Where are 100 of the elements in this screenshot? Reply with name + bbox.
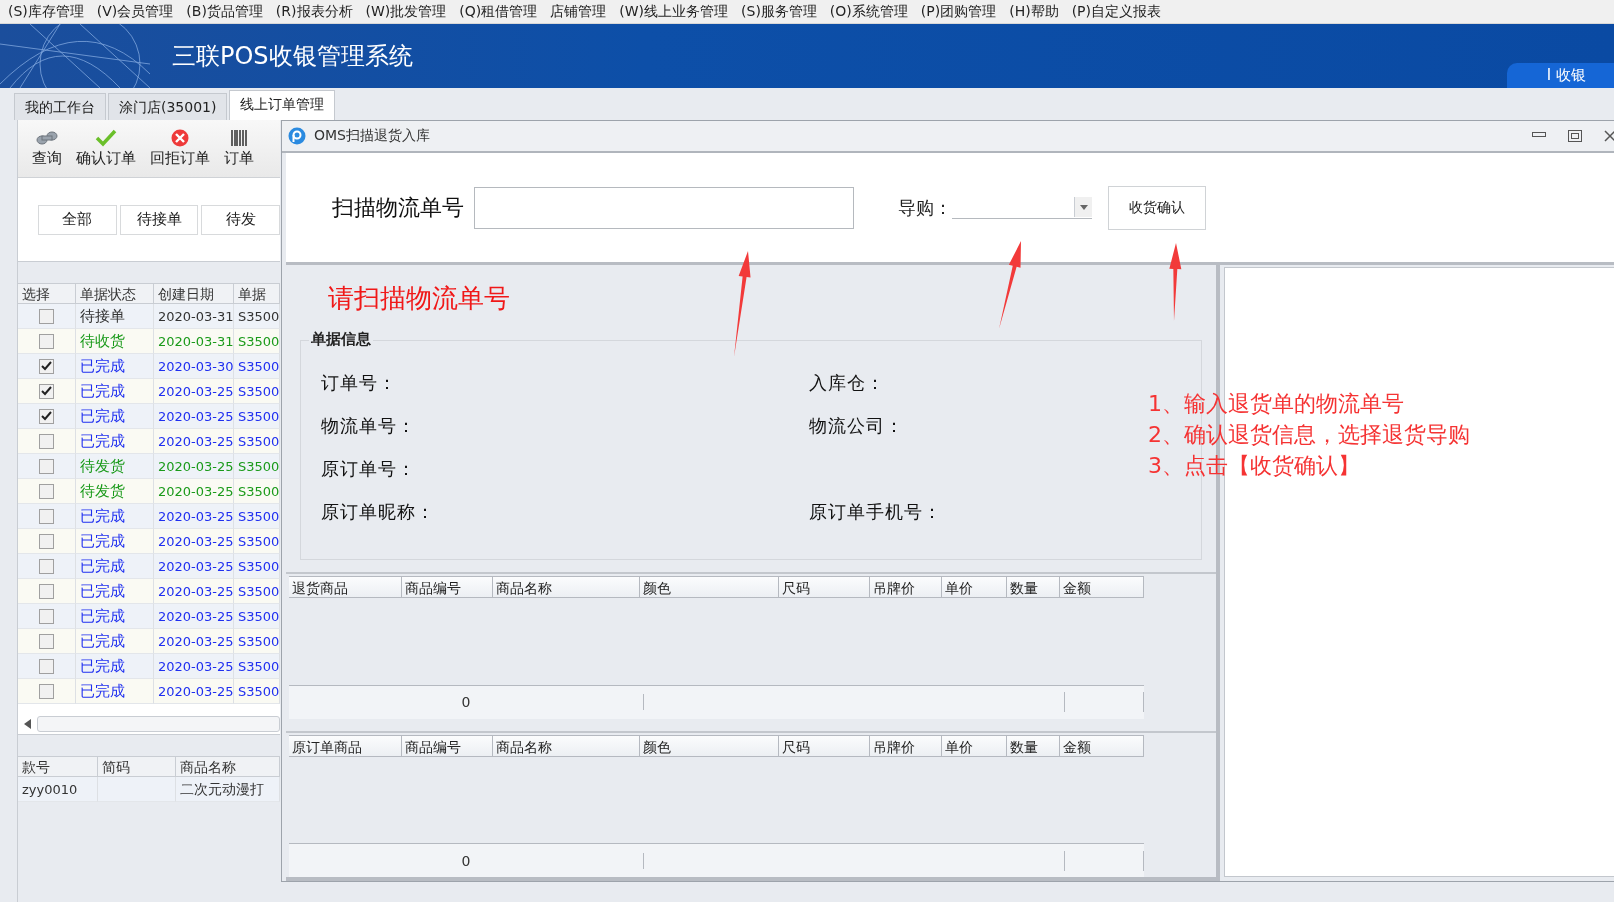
caret-icon[interactable] [1079, 204, 1088, 210]
menu-item[interactable]: (V)会员管理 [94, 2, 185, 21]
column-header: 创建日期 [154, 284, 234, 304]
table-cell: 二次元动漫打 [176, 777, 280, 802]
checkbox[interactable] [39, 433, 54, 449]
date-cell: 2020-03-25 [154, 504, 234, 529]
status-cell: 已完成 [76, 354, 154, 379]
date-cell: 2020-03-25 [154, 429, 234, 454]
checkbox[interactable] [39, 508, 54, 524]
annotation-text: 3、点击【收货确认】 [1148, 452, 1361, 480]
column-header: 金额 [1060, 576, 1144, 598]
cashier-tab[interactable]: I 收银 [1506, 63, 1614, 88]
menu-item[interactable]: (P)自定义报表 [1069, 2, 1172, 21]
menu-item[interactable]: (O)系统管理 [827, 2, 919, 21]
toolbar-button[interactable]: 订单 [224, 129, 254, 168]
guide-label: 导购： [898, 195, 952, 220]
column-header: 数量 [1007, 576, 1060, 598]
date-cell: 2020-03-31 [154, 304, 234, 329]
checkbox[interactable] [39, 608, 54, 624]
confirm-receipt-button[interactable]: 收货确认 [1108, 185, 1206, 230]
total-count: 0 [289, 694, 644, 710]
toolbar-button[interactable]: 回拒订单 [150, 129, 210, 168]
number-cell: S3500 [234, 629, 280, 654]
menu-item[interactable]: (H)帮助 [1007, 2, 1070, 21]
checkbox[interactable] [39, 333, 54, 349]
checkbox[interactable] [39, 583, 54, 599]
annotation-text: 2、确认退货信息，选择退货导购 [1148, 421, 1470, 449]
column-header: 单据 [234, 284, 280, 304]
minimize-icon[interactable] [1532, 130, 1546, 138]
scroll-left-icon[interactable] [24, 718, 31, 729]
number-cell: S3500 [234, 579, 280, 604]
number-cell: S3500 [234, 404, 280, 429]
status-cell: 已完成 [76, 429, 154, 454]
column-header: 简码 [98, 757, 176, 777]
status-cell: 已完成 [76, 529, 154, 554]
date-cell: 2020-03-25 [154, 379, 234, 404]
app-logo-icon [288, 127, 306, 145]
status-cell: 已完成 [76, 379, 154, 404]
menu-item[interactable]: (W)线上业务管理 [617, 2, 740, 21]
binoculars-icon [36, 129, 58, 147]
date-cell: 2020-03-25 [154, 654, 234, 679]
menu-item[interactable]: (S)服务管理 [739, 2, 828, 21]
date-cell: 2020-03-25 [154, 679, 234, 704]
close-icon[interactable] [1604, 130, 1614, 142]
column-header: 商品名称 [176, 757, 280, 777]
date-cell: 2020-03-25 [154, 604, 234, 629]
column-header: 数量 [1007, 734, 1060, 757]
column-header: 单价 [942, 576, 1007, 598]
field-label: 原订单昵称： [321, 500, 435, 524]
checkbox[interactable] [39, 408, 54, 424]
toolbar-button[interactable]: 确认订单 [76, 129, 136, 168]
menu-item[interactable]: (R)报表分析 [273, 2, 364, 21]
checkbox[interactable] [39, 683, 54, 699]
number-cell: S3500 [234, 554, 280, 579]
tab[interactable]: 涂门店(35001) [108, 93, 228, 120]
tracking-number-input[interactable] [474, 186, 854, 229]
status-cell: 已完成 [76, 579, 154, 604]
checkbox[interactable] [39, 633, 54, 649]
tab[interactable]: 我的工作台 [14, 93, 106, 120]
date-cell: 2020-03-25 [154, 529, 234, 554]
filter-button[interactable]: 待接单 [119, 204, 199, 235]
filter-button[interactable]: 全部 [38, 204, 117, 235]
date-cell: 2020-03-31 [154, 329, 234, 354]
status-cell: 待发货 [76, 454, 154, 479]
number-cell: S3500 [234, 654, 280, 679]
scrollbar[interactable] [37, 715, 280, 732]
column-header: 商品编号 [402, 734, 493, 757]
status-cell: 待发货 [76, 479, 154, 504]
checkbox[interactable] [39, 383, 54, 399]
column-header: 金额 [1060, 734, 1144, 757]
checkbox[interactable] [39, 308, 54, 324]
checkbox[interactable] [39, 458, 54, 474]
toolbar-button[interactable]: 查询 [32, 129, 62, 168]
checkbox[interactable] [39, 658, 54, 674]
checkbox[interactable] [39, 558, 54, 574]
menu-item[interactable]: (B)货品管理 [184, 2, 274, 21]
menu-item[interactable]: 店铺管理 [548, 2, 618, 21]
tab[interactable]: 线上订单管理 [229, 90, 336, 120]
column-header: 颜色 [640, 734, 779, 757]
checkbox[interactable] [39, 483, 54, 499]
menu-item[interactable]: (S)库存管理 [6, 2, 95, 21]
column-header: 选择 [18, 284, 76, 304]
column-header: 商品名称 [493, 576, 640, 598]
checkbox[interactable] [39, 358, 54, 374]
total-count: 0 [289, 852, 644, 869]
menu-item[interactable]: (W)批发管理 [363, 2, 458, 21]
status-cell: 已完成 [76, 604, 154, 629]
app-title: 三联POS收银管理系统 [172, 41, 413, 72]
checkbox[interactable] [39, 533, 54, 549]
menu-item[interactable]: (P)团购管理 [918, 2, 1008, 21]
scan-prompt: 请扫描物流单号 [328, 282, 511, 315]
status-cell: 已完成 [76, 554, 154, 579]
filter-button[interactable]: 待发 [201, 204, 280, 235]
column-header: 尺码 [779, 734, 870, 757]
column-header: 尺码 [779, 576, 870, 598]
field-label: 订单号： [321, 371, 397, 395]
maximize-icon[interactable] [1568, 130, 1582, 142]
menu-item[interactable]: (Q)租借管理 [457, 2, 549, 21]
status-cell: 待接单 [76, 304, 154, 329]
number-cell: S3500 [234, 529, 280, 554]
